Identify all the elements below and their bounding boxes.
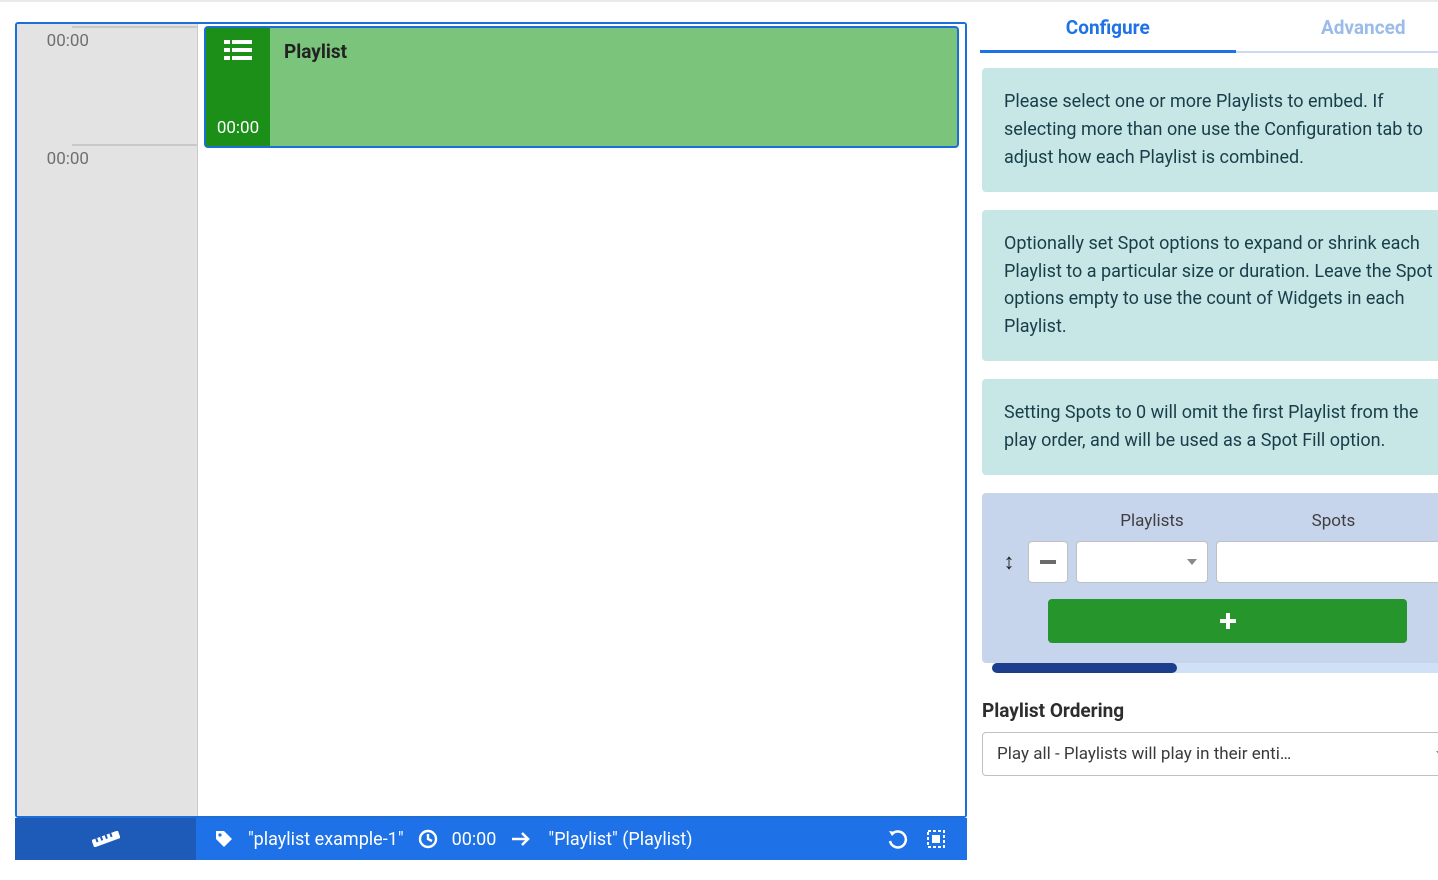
canvas-body[interactable]: 00:00 Playlist [198, 24, 965, 816]
select-all-icon[interactable] [925, 828, 947, 850]
remove-row-button[interactable] [1028, 541, 1068, 583]
bottombar-actions [867, 818, 967, 860]
right-scroll-area: Please select one or more Playlists to e… [980, 68, 1438, 860]
bottombar-info: "playlist example-1" 00:00 "Playlist" (P… [196, 818, 867, 860]
tab-advanced[interactable]: Advanced [1236, 2, 1438, 53]
timeline-canvas: 00:00 00:00 00:00 [15, 22, 967, 818]
playlist-ordering-select[interactable]: Play all - Playlists will play in their … [982, 732, 1438, 776]
chevron-down-icon [1187, 559, 1197, 565]
playlist-select[interactable] [1076, 541, 1208, 583]
playlist-widget-icon-col: 00:00 [206, 28, 270, 146]
clock-icon [418, 829, 438, 849]
form-row: ↕ [992, 541, 1438, 599]
header-playlists: Playlists [1082, 511, 1222, 531]
playlist-ordering-value: Play all - Playlists will play in their … [997, 744, 1291, 764]
ruler-button[interactable] [15, 818, 196, 860]
add-row-button[interactable] [1048, 599, 1407, 643]
time-label: 00:00 [47, 149, 89, 169]
section-header-row: Playlist Ordering ? [982, 699, 1438, 722]
time-divider [72, 144, 197, 146]
form-headers: Playlists Spots [992, 511, 1438, 541]
tag-icon [214, 829, 234, 849]
playlist-widget-title: Playlist [270, 28, 361, 146]
right-panel: Configure Advanced Please select one or … [980, 2, 1438, 880]
drag-handle-icon[interactable]: ↕ [998, 549, 1020, 575]
header-spots: Spots [1222, 511, 1438, 531]
ruler-icon [92, 831, 120, 847]
time-label: 00:00 [47, 31, 89, 51]
tabs: Configure Advanced [980, 2, 1438, 53]
time-divider [72, 26, 197, 28]
bottombar-tag: "playlist example-1" [248, 829, 404, 850]
info-spot-options: Optionally set Spot options to expand or… [982, 210, 1438, 362]
hscroll-thumb[interactable] [992, 663, 1177, 673]
playlist-spots-form: Playlists Spots ↕ [982, 493, 1438, 663]
bottombar-breadcrumb: "Playlist" (Playlist) [548, 829, 692, 850]
playlist-widget-duration: 00:00 [217, 118, 259, 138]
app-layout: 00:00 00:00 00:00 [0, 2, 1438, 880]
bottom-bar: "playlist example-1" 00:00 "Playlist" (P… [15, 818, 967, 860]
tab-configure[interactable]: Configure [980, 2, 1236, 53]
bottombar-duration: 00:00 [452, 829, 497, 850]
spots-input[interactable] [1216, 541, 1438, 583]
left-panel: 00:00 00:00 00:00 [0, 2, 980, 880]
plus-icon [1220, 613, 1236, 629]
form-horizontal-scrollbar[interactable] [992, 663, 1438, 673]
playlist-ordering-title: Playlist Ordering [982, 699, 1124, 722]
arrow-right-icon [510, 831, 534, 847]
info-spots-zero: Setting Spots to 0 will omit the first P… [982, 379, 1438, 475]
time-gutter: 00:00 00:00 [17, 24, 198, 816]
minus-icon [1040, 560, 1056, 564]
info-select-playlists: Please select one or more Playlists to e… [982, 68, 1438, 192]
undo-icon[interactable] [887, 828, 909, 850]
playlist-widget[interactable]: 00:00 Playlist [204, 26, 959, 148]
playlist-icon [224, 38, 252, 62]
